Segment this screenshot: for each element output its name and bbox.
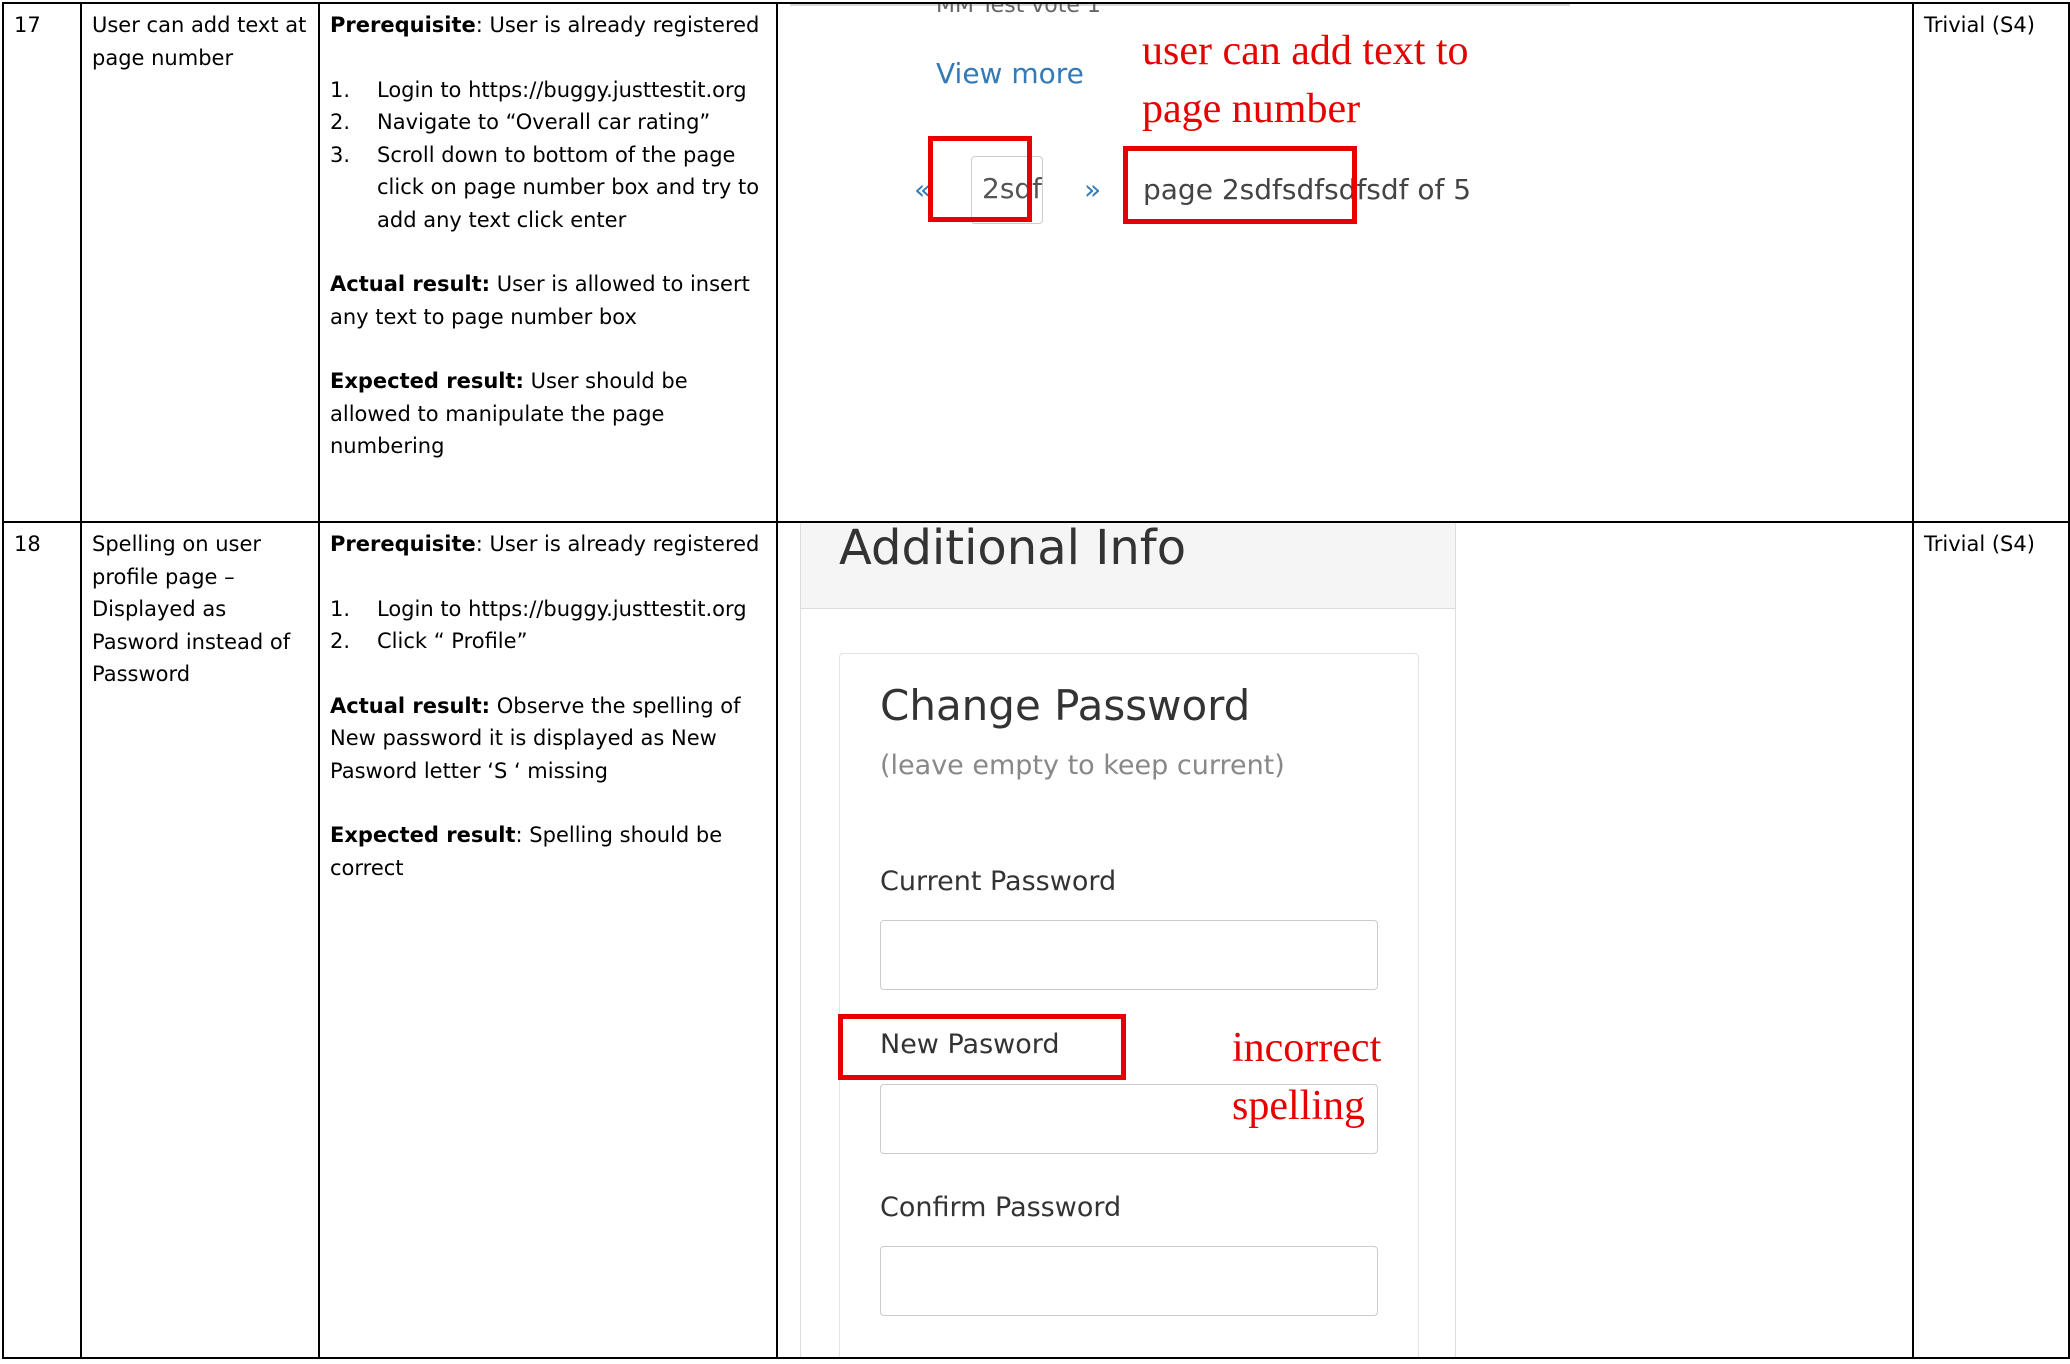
table-row: 17 User can add text at page number Prer… <box>2 2 2070 523</box>
bug-title-cell: Spelling on user profile page – Displaye… <box>80 521 320 1359</box>
prerequisite: Prerequisite: User is already registered <box>330 9 766 42</box>
bug-steps-cell: Prerequisite: User is already registered… <box>318 521 778 1359</box>
actual-result: Actual result: Observe the spelling of N… <box>330 690 766 788</box>
step-item: 1. Login to https://buggy.justtestit.org <box>330 74 766 107</box>
bug-report-sheet: 17 User can add text at page number Prer… <box>0 0 2070 1364</box>
view-more-link[interactable]: View more <box>936 57 1084 91</box>
steps-list: 1. Login to https://buggy.justtestit.org … <box>330 593 766 658</box>
bug-id: 17 <box>14 13 41 37</box>
actual-result: Actual result: User is allowed to insert… <box>330 268 766 333</box>
next-page-icon[interactable]: » <box>1084 173 1101 207</box>
expected-result-label: Expected result: <box>330 369 524 393</box>
expected-result: Expected result: User should be allowed … <box>330 365 766 463</box>
step-number: 1. <box>330 77 351 102</box>
panel-title: Additional Info <box>839 522 1187 576</box>
panel-body: Change Password (leave empty to keep cur… <box>800 608 1456 1356</box>
severity: Trivial (S4) <box>1924 13 2035 37</box>
step-item: 3. Scroll down to bottom of the page clic… <box>330 139 766 237</box>
highlight-box <box>928 136 1032 222</box>
severity-cell: Trivial (S4) <box>1912 2 2070 523</box>
actual-result-label: Actual result: <box>330 272 491 296</box>
pagination-screenshot: MM Test vote 1 View more « 2sdfsdfsdfsdf… <box>790 3 1580 519</box>
divider <box>790 5 1570 6</box>
annotation-line: user can add text to <box>1142 28 1469 74</box>
highlight-box <box>838 1014 1126 1080</box>
bug-title-cell: User can add text at page number <box>80 2 320 523</box>
screenshot-cell: MM Test vote 1 View more « 2sdfsdfsdfsdf… <box>776 2 1914 523</box>
bug-table: 17 User can add text at page number Prer… <box>2 2 2070 1359</box>
step-item: 2. Click “ Profile” <box>330 625 766 658</box>
steps-list: 1. Login to https://buggy.justtestit.org … <box>330 74 766 237</box>
screenshot-cell: Additional Info Change Password (leave e… <box>776 521 1914 1359</box>
severity: Trivial (S4) <box>1924 532 2035 556</box>
current-password-field[interactable] <box>880 920 1378 990</box>
step-number: 3. <box>330 142 351 167</box>
bug-id-cell: 17 <box>2 2 82 523</box>
step-number: 2. <box>330 110 351 134</box>
expected-result: Expected result: Spelling should be corr… <box>330 819 766 884</box>
bug-title: Spelling on user profile page – Displaye… <box>92 532 291 686</box>
prerequisite-text: : User is already registered <box>475 13 760 37</box>
profile-screenshot: Additional Info Change Password (leave e… <box>800 522 1456 1356</box>
step-text: Login to https://buggy.justtestit.org <box>377 77 747 102</box>
step-text: Scroll down to bottom of the page click … <box>377 142 760 232</box>
vote-text: MM Test vote 1 <box>936 3 1101 18</box>
bug-id: 18 <box>14 532 41 556</box>
current-password-label: Current Password <box>880 866 1117 897</box>
prerequisite-text: : User is already registered <box>475 532 760 556</box>
step-number: 1. <box>330 596 351 621</box>
expected-result-label: Expected result <box>330 823 516 847</box>
prerequisite-label: Prerequisite <box>330 13 476 37</box>
confirm-password-label: Confirm Password <box>880 1192 1122 1223</box>
prerequisite-label: Prerequisite <box>330 532 476 556</box>
step-text: Click “ Profile” <box>377 629 528 653</box>
table-row: 18 Spelling on user profile page – Displ… <box>2 521 2070 1359</box>
form-subtitle: (leave empty to keep current) <box>880 750 1285 781</box>
form-title: Change Password <box>880 681 1251 730</box>
step-text: Navigate to “Overall car rating” <box>377 110 711 134</box>
bug-steps-cell: Prerequisite: User is already registered… <box>318 2 778 523</box>
annotation-line: incorrect <box>1232 1025 1382 1071</box>
step-item: 2. Navigate to “Overall car rating” <box>330 106 766 139</box>
severity-cell: Trivial (S4) <box>1912 521 2070 1359</box>
actual-result-label: Actual result: <box>330 693 491 718</box>
step-number: 2. <box>330 629 351 653</box>
annotation-line: spelling <box>1232 1083 1365 1129</box>
change-password-form: Change Password (leave empty to keep cur… <box>839 653 1419 1356</box>
bug-id-cell: 18 <box>2 521 82 1359</box>
highlight-box <box>1123 146 1357 224</box>
bug-title: User can add text at page number <box>92 13 307 70</box>
step-item: 1. Login to https://buggy.justtestit.org <box>330 593 766 626</box>
prerequisite: Prerequisite: User is already registered <box>330 528 766 561</box>
panel-header: Additional Info <box>800 522 1456 609</box>
step-text: Login to https://buggy.justtestit.org <box>377 596 747 621</box>
annotation-line: page number <box>1142 86 1361 132</box>
confirm-password-field[interactable] <box>880 1246 1378 1316</box>
